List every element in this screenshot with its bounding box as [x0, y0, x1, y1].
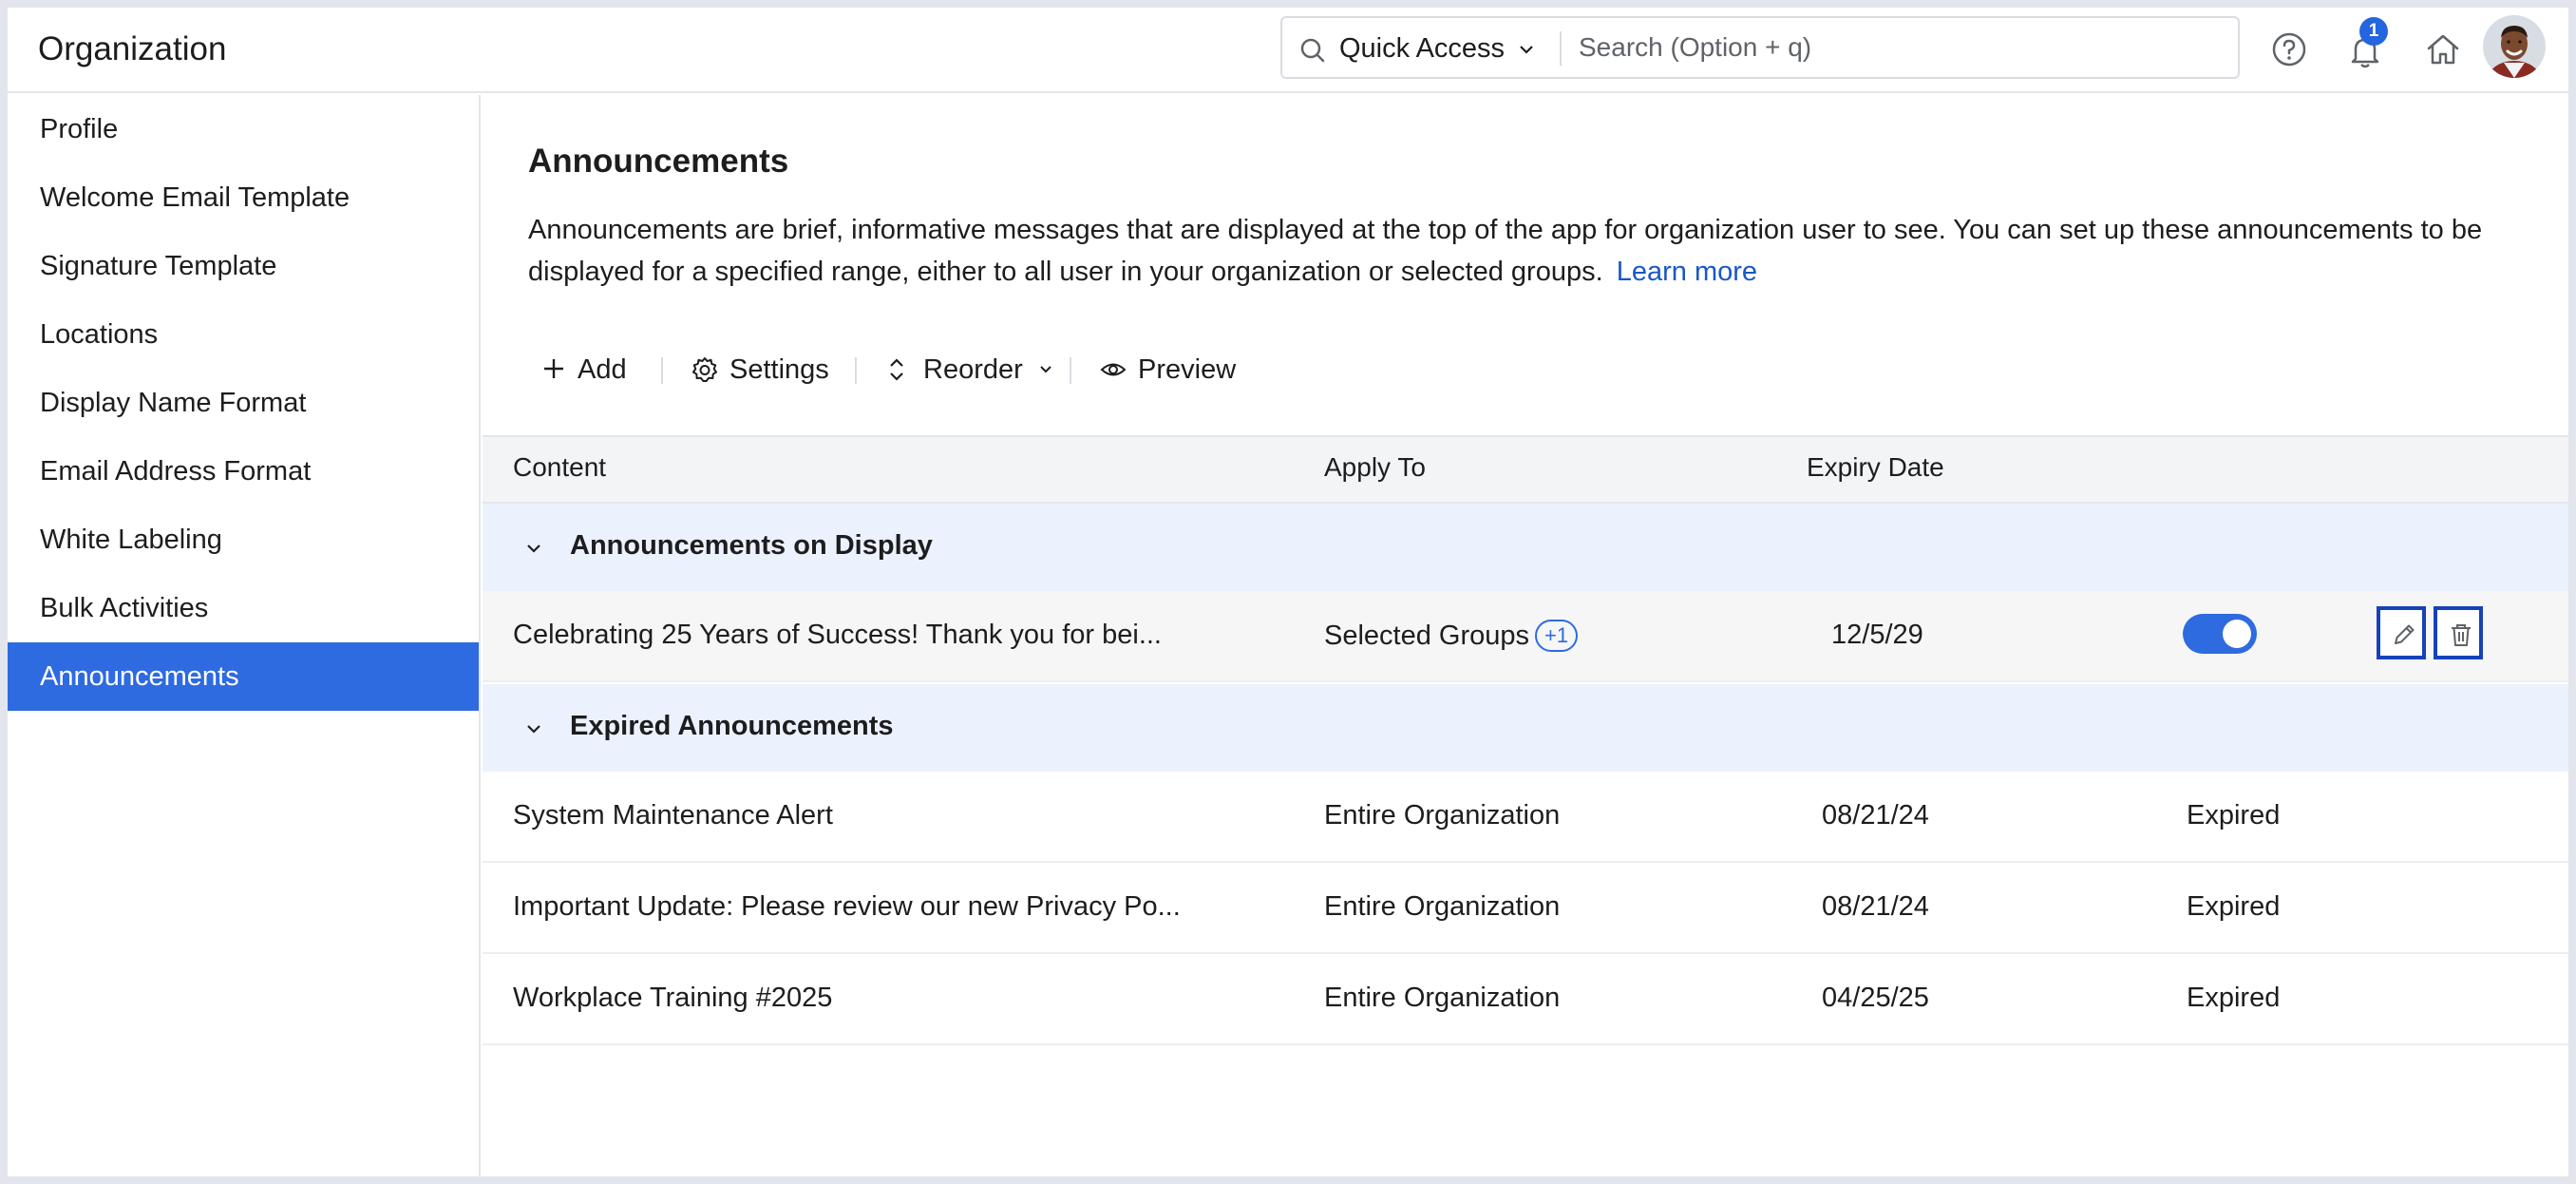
chevron-down-icon: [1520, 46, 1533, 54]
search-icon: [1300, 38, 1325, 63]
search-divider: [1560, 31, 1562, 66]
pencil-icon: [2395, 624, 2415, 644]
notification-badge: 1: [2359, 17, 2388, 46]
app-title: Organization: [38, 30, 227, 67]
reorder-label: Reorder: [923, 354, 1023, 385]
learn-more-link[interactable]: Learn more: [1617, 257, 1757, 287]
top-header: Organization Quick Access 1: [8, 8, 2568, 93]
gear-icon: [692, 357, 717, 382]
sidebar-item-profile[interactable]: Profile: [8, 95, 479, 163]
description-text: Announcements are brief, informative mes…: [528, 215, 2483, 287]
row-apply-to: Entire Organization: [1324, 983, 1561, 1013]
apply-to-text: Selected Groups: [1324, 621, 1530, 651]
sidebar-item-announcements[interactable]: Announcements: [8, 642, 479, 711]
toolbar-divider: [661, 357, 663, 384]
group-label: Expired Announcements: [570, 711, 894, 741]
table-row[interactable]: System Maintenance Alert Entire Organiza…: [483, 772, 2568, 863]
row-apply-to: Selected Groups +1: [1324, 620, 1579, 652]
row-content: Important Update: Please review our new …: [513, 891, 1181, 922]
trash-icon: [2452, 624, 2471, 646]
preview-button[interactable]: Preview: [1100, 344, 1236, 395]
settings-button[interactable]: Settings: [691, 344, 829, 395]
settings-label: Settings: [729, 354, 829, 385]
search-bar[interactable]: Quick Access: [1280, 16, 2240, 79]
toggle-knob: [2223, 620, 2251, 648]
quick-access-dropdown[interactable]: Quick Access: [1339, 33, 1505, 65]
column-header-expiry-date: Expiry Date: [1807, 452, 1944, 482]
row-expiry-date: 08/21/24: [1822, 891, 1929, 922]
toolbar-divider: [1070, 357, 1071, 384]
chevron-down-icon: [527, 544, 540, 553]
sidebar-item-locations[interactable]: Locations: [8, 300, 479, 369]
edit-button[interactable]: [2377, 606, 2426, 659]
main-content: Announcements Announcements are brief, i…: [483, 95, 2568, 1176]
avatar[interactable]: [2483, 15, 2546, 78]
settings-sidebar: Profile Welcome Email Template Signature…: [8, 95, 481, 1176]
help-icon[interactable]: [2270, 30, 2308, 68]
preview-label: Preview: [1138, 354, 1237, 385]
delete-button[interactable]: [2434, 606, 2483, 659]
row-status: Expired: [2187, 800, 2281, 831]
row-content: Workplace Training #2025: [513, 983, 833, 1013]
table-row[interactable]: Celebrating 25 Years of Success! Thank y…: [483, 591, 2568, 682]
sidebar-item-email-address-format[interactable]: Email Address Format: [8, 437, 479, 506]
page-description: Announcements are brief, informative mes…: [528, 209, 2542, 293]
table-row[interactable]: Workplace Training #2025 Entire Organiza…: [483, 954, 2568, 1045]
add-button[interactable]: Add: [541, 344, 627, 395]
toolbar-divider: [855, 357, 857, 384]
search-input[interactable]: [1579, 26, 2225, 69]
table-row[interactable]: Important Update: Please review our new …: [483, 863, 2568, 954]
row-expiry-date: 04/25/25: [1822, 983, 1929, 1013]
row-expiry-date: 12/5/29: [1831, 620, 1923, 650]
group-label: Announcements on Display: [570, 530, 933, 561]
app-window: Organization Quick Access 1: [8, 8, 2568, 1176]
sidebar-item-signature-template[interactable]: Signature Template: [8, 232, 479, 300]
row-status: Expired: [2187, 891, 2281, 922]
row-apply-to: Entire Organization: [1324, 891, 1561, 922]
add-label: Add: [578, 354, 627, 385]
row-apply-to: Entire Organization: [1324, 800, 1561, 831]
sidebar-item-welcome-email-template[interactable]: Welcome Email Template: [8, 163, 479, 232]
column-header-content: Content: [513, 452, 607, 482]
table-header: Content Apply To Expiry Date: [483, 435, 2568, 504]
reorder-icon: [890, 358, 903, 381]
plus-icon: [544, 359, 563, 378]
row-status: Expired: [2187, 983, 2281, 1013]
column-header-apply-to: Apply To: [1324, 452, 1426, 482]
user-avatar-image: [2483, 15, 2546, 78]
sidebar-item-white-labeling[interactable]: White Labeling: [8, 506, 479, 574]
page-title: Announcements: [528, 143, 789, 180]
chevron-down-icon: [527, 725, 540, 734]
eye-icon: [1100, 363, 1127, 376]
row-content: Celebrating 25 Years of Success! Thank y…: [513, 620, 1162, 650]
row-content: System Maintenance Alert: [513, 800, 833, 831]
group-header-on-display[interactable]: Announcements on Display: [483, 504, 2568, 591]
row-expiry-date: 08/21/24: [1822, 800, 1929, 831]
display-toggle[interactable]: [2183, 614, 2257, 654]
group-header-expired[interactable]: Expired Announcements: [483, 684, 2568, 772]
chevron-down-icon: [1040, 366, 1051, 373]
sidebar-item-bulk-activities[interactable]: Bulk Activities: [8, 574, 479, 642]
reorder-button[interactable]: Reorder: [885, 344, 1053, 395]
more-groups-badge[interactable]: +1: [1535, 620, 1579, 652]
sidebar-item-display-name-format[interactable]: Display Name Format: [8, 369, 479, 437]
home-icon[interactable]: [2424, 30, 2462, 68]
